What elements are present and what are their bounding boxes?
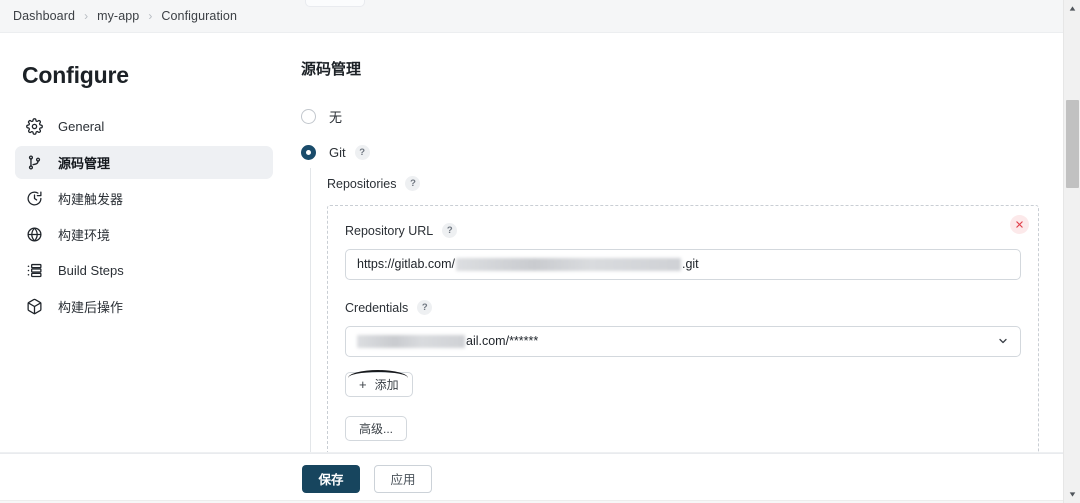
add-credentials-label: 添加 [375,376,399,393]
sidebar-item-post-build-actions[interactable]: 构建后操作 [15,290,273,323]
breadcrumb-item-my-app[interactable]: my-app [97,9,139,23]
main-content: 源码管理 无 Git ? Repositories ? [288,33,1063,503]
sidebar-item-label: General [58,119,104,134]
sidebar-item-source-code-management[interactable]: 源码管理 [15,146,273,179]
configure-page: Dashboard › my-app › Configuration Confi… [0,0,1080,503]
help-icon[interactable]: ? [355,145,370,160]
radio-label: Git [329,145,346,160]
breadcrumb-item-dashboard[interactable]: Dashboard [13,9,75,23]
radio-option-git[interactable]: Git ? [301,145,1063,160]
sidebar-item-label: 构建触发器 [58,189,123,208]
credentials-group: Credentials ? ail.com/****** [345,299,1021,357]
breadcrumb-separator-icon: › [148,10,152,22]
sidebar-item-label: 构建环境 [58,225,110,244]
radio-indicator[interactable] [301,145,316,160]
git-branch-icon [25,153,44,172]
repository-url-prefix: https://gitlab.com/ [357,257,455,271]
sidebar: Configure General [0,33,288,503]
redacted-block [357,335,465,348]
list-steps-icon [25,261,44,280]
gear-icon [25,117,44,136]
save-button[interactable]: 保存 [302,465,360,493]
radio-option-none[interactable]: 无 [301,107,1063,126]
scroll-down-arrow-icon[interactable] [1064,486,1080,503]
sidebar-item-build-triggers[interactable]: 构建触发器 [15,182,273,215]
advanced-button[interactable]: 高级... [345,416,407,441]
advanced-label: 高级... [359,420,393,437]
sidebar-item-label: Build Steps [58,263,124,278]
section-title: 源码管理 [301,58,1063,79]
sidebar-item-label: 源码管理 [58,153,110,172]
repository-url-suffix: .git [682,257,699,271]
add-credentials-button[interactable]: + 添加 [345,372,413,397]
cut-off-pill [305,0,365,7]
close-icon [1015,220,1024,229]
breadcrumb: Dashboard › my-app › Configuration [0,0,1063,33]
apply-button[interactable]: 应用 [374,465,432,493]
help-icon[interactable]: ? [405,176,420,191]
credentials-label: Credentials ? [345,300,432,315]
clock-icon [25,189,44,208]
credentials-value-suffix: ail.com/****** [466,334,538,348]
sidebar-item-build-environment[interactable]: 构建环境 [15,218,273,251]
add-credentials-wrapper: + 添加 [345,372,413,397]
breadcrumb-item-configuration[interactable]: Configuration [161,9,237,23]
footer-action-bar: 保存 应用 [0,453,1063,503]
globe-icon [25,225,44,244]
package-icon [25,297,44,316]
page-title: Configure [22,62,288,89]
advanced-wrapper: 高级... [345,416,1021,441]
vertical-scrollbar[interactable] [1063,0,1080,503]
scrollbar-thumb[interactable] [1066,100,1079,188]
help-icon[interactable]: ? [442,223,457,238]
redacted-block [456,258,681,271]
plus-icon: + [359,378,367,391]
repository-card: Repository URL ? https://gitlab.com/ .gi… [327,205,1039,462]
sidebar-item-label: 构建后操作 [58,297,123,316]
credentials-select[interactable]: ail.com/****** [345,326,1021,357]
repository-url-label: Repository URL ? [345,223,457,238]
sidebar-nav: General 源码管理 [0,110,288,323]
sidebar-item-general[interactable]: General [15,110,273,143]
help-icon[interactable]: ? [417,300,432,315]
radio-label: 无 [329,107,342,126]
scroll-up-arrow-icon[interactable] [1064,0,1080,17]
chevron-down-icon[interactable] [997,335,1009,347]
radio-indicator[interactable] [301,109,316,124]
repositories-label: Repositories ? [327,176,420,191]
repository-url-input[interactable]: https://gitlab.com/ .git [345,249,1021,280]
sidebar-item-build-steps[interactable]: Build Steps [15,254,273,287]
remove-repository-button[interactable] [1010,215,1029,234]
breadcrumb-separator-icon: › [84,10,88,22]
